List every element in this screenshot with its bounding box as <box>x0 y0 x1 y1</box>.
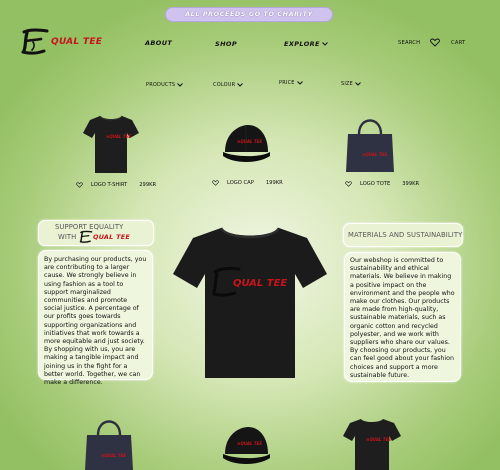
filter-price-label: PRICE <box>279 80 295 86</box>
filter-size[interactable]: SIZE <box>341 81 361 87</box>
product-image-tote[interactable]: ≡QUAL TEE <box>344 112 396 174</box>
heading-with: WITH <box>58 233 77 241</box>
materials-heading-text: MATERIALS AND SUSTAINABILITY <box>348 231 463 239</box>
heading-logo: QUAL TEE <box>79 230 130 244</box>
product-info-tshirt: LOGO T-SHIRT 299KR <box>76 182 156 188</box>
logo-text: QUAL TEE <box>93 233 131 241</box>
support-equality-text: By purchasing our products, you are cont… <box>38 250 153 386</box>
nav-explore-label: EXPLORE <box>284 40 320 48</box>
search-link[interactable]: SEARCH <box>398 40 420 46</box>
nav-shop[interactable]: SHOP <box>215 40 237 48</box>
product-name[interactable]: LOGO CAP <box>227 180 254 186</box>
chevron-down-icon <box>355 82 361 86</box>
materials-heading: MATERIALS AND SUSTAINABILITY <box>343 223 463 247</box>
filter-price[interactable]: PRICE <box>279 80 303 86</box>
product-info-cap: LOGO CAP 199KR <box>212 180 283 186</box>
materials-text: Our webshop is committed to sustainabili… <box>344 252 461 382</box>
product-image-cap[interactable]: ≡QUAL TEE <box>220 122 272 168</box>
filter-products[interactable]: PRODUCTS <box>146 82 184 88</box>
svg-text:QUAL TEE: QUAL TEE <box>233 278 287 289</box>
product-name[interactable]: LOGO TOTE <box>360 181 390 187</box>
svg-text:≡QUAL TEE: ≡QUAL TEE <box>101 453 126 458</box>
product-price: 399KR <box>402 181 420 187</box>
product-info-tote: LOGO TOTE 399KR <box>345 181 419 187</box>
product-price: 199KR <box>265 180 283 186</box>
wishlist-heart-icon[interactable] <box>345 181 352 187</box>
charity-banner: ALL PROCEEDS GO TO CHARITY <box>165 7 333 22</box>
nav-explore[interactable]: EXPLORE <box>284 40 328 48</box>
logo-text: QUAL TEE <box>51 37 103 47</box>
product-name[interactable]: LOGO T-SHIRT <box>91 182 127 188</box>
logo-mark-icon <box>21 28 49 55</box>
logo-mark-icon <box>79 230 93 243</box>
wishlist-heart-icon[interactable] <box>76 182 83 188</box>
svg-text:≡QUAL TEE: ≡QUAL TEE <box>237 441 262 446</box>
chevron-down-icon <box>177 83 184 87</box>
brand-logo[interactable]: QUAL TEE <box>20 27 102 57</box>
svg-text:≡QUAL TEE: ≡QUAL TEE <box>237 139 262 144</box>
featured-tshirt-image[interactable]: QUAL TEE <box>169 222 331 382</box>
support-equality-heading: SUPPORT EQUALITY WITH QUAL TEE <box>38 220 154 246</box>
svg-text:≡QUAL TEE: ≡QUAL TEE <box>366 437 391 442</box>
filter-products-label: PRODUCTS <box>146 82 176 88</box>
filter-colour-label: COLOUR <box>213 82 236 88</box>
wishlist-heart-icon[interactable] <box>430 38 440 47</box>
svg-text:≡QUAL TEE: ≡QUAL TEE <box>106 134 131 139</box>
svg-text:≡QUAL TEE: ≡QUAL TEE <box>362 152 387 157</box>
filter-colour[interactable]: COLOUR <box>213 82 244 88</box>
product-image-cap-bottom[interactable]: ≡QUAL TEE <box>220 424 272 470</box>
chevron-down-icon <box>237 83 244 87</box>
filter-size-label: SIZE <box>341 81 354 87</box>
product-image-tshirt[interactable]: ≡QUAL TEE <box>82 113 140 175</box>
product-image-tshirt-bottom[interactable]: ≡QUAL TEE <box>342 416 402 470</box>
product-image-tote-bottom[interactable]: ≡QUAL TEE <box>83 413 135 470</box>
nav-about[interactable]: ABOUT <box>145 39 172 47</box>
wishlist-heart-icon[interactable] <box>212 180 219 186</box>
cart-link[interactable]: CART <box>451 40 465 46</box>
chevron-down-icon <box>322 42 328 46</box>
product-price: 299KR <box>139 182 157 188</box>
chevron-down-icon <box>296 81 303 85</box>
